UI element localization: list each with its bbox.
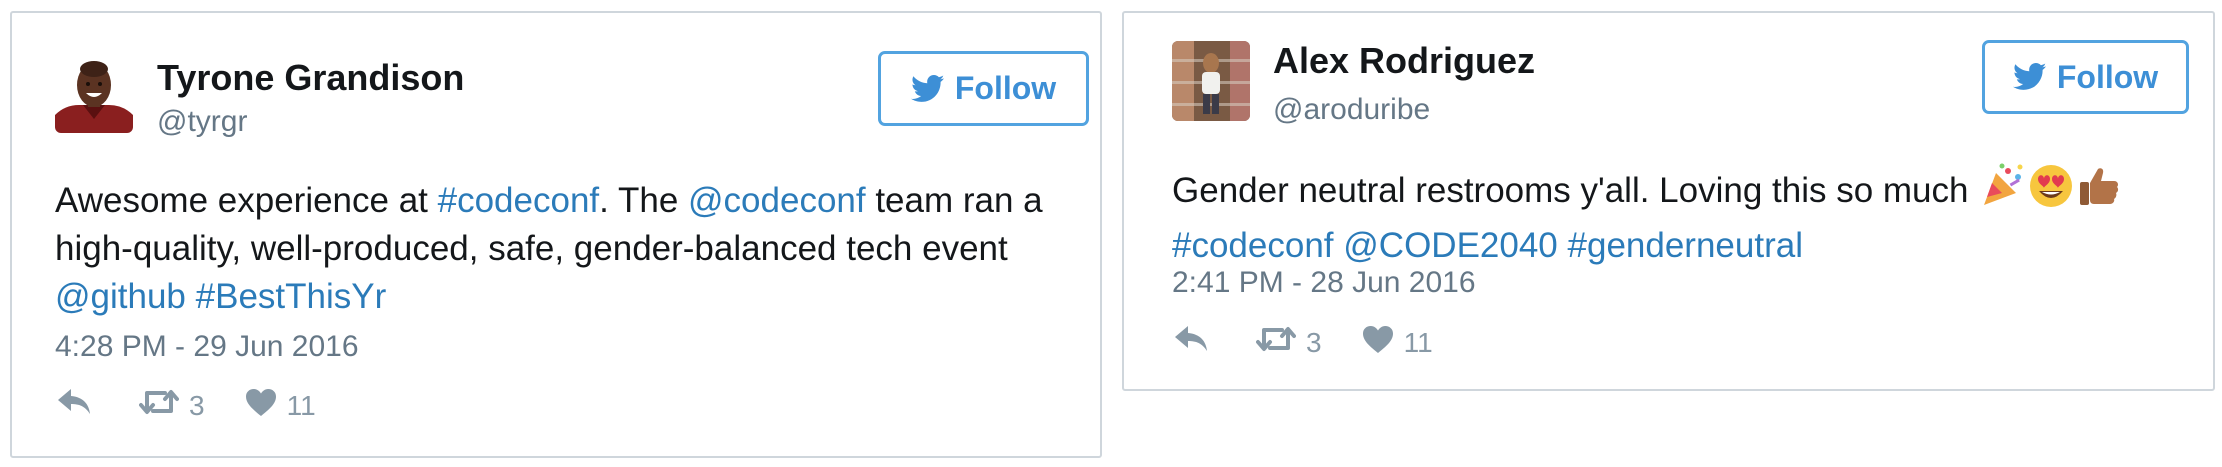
- heart-icon: [1362, 325, 1394, 361]
- follow-button[interactable]: Follow: [1982, 40, 2189, 114]
- author-name[interactable]: Alex Rodriguez: [1273, 40, 1535, 82]
- mention-link[interactable]: @CODE2040: [1343, 226, 1558, 265]
- retweet-count: 3: [189, 389, 205, 421]
- tweet-actions: 3 11: [55, 387, 316, 424]
- like-button[interactable]: 11: [245, 388, 316, 424]
- timestamp-link[interactable]: 2:41 PM - 28 Jun 2016: [1172, 265, 1476, 301]
- author-name[interactable]: Tyrone Grandison: [157, 57, 464, 99]
- reply-icon: [55, 387, 93, 424]
- tweet-text: Awesome experience at #codeconf. The @co…: [55, 177, 1043, 321]
- retweet-button[interactable]: 3: [139, 387, 205, 424]
- avatar[interactable]: [55, 55, 133, 133]
- tweet-text-segment: . The: [599, 181, 689, 220]
- like-count: 11: [286, 389, 316, 421]
- tweet-card: Tyrone Grandison @tyrgr Follow Awesome e…: [10, 11, 1102, 458]
- reply-button[interactable]: [55, 387, 93, 424]
- hashtag-link[interactable]: #codeconf: [1172, 226, 1334, 265]
- like-button[interactable]: 11: [1362, 325, 1433, 361]
- hashtag-link[interactable]: #BestThisYr: [196, 277, 387, 316]
- party-popper-emoji: [1980, 163, 2026, 222]
- hashtag-link[interactable]: #genderneutral: [1568, 226, 1803, 265]
- retweet-icon: [1256, 324, 1296, 361]
- tweet-text-segment: team ran a: [865, 181, 1043, 220]
- follow-button[interactable]: Follow: [878, 51, 1089, 126]
- mention-link[interactable]: @codeconf: [688, 181, 866, 220]
- tweet-text-segment: Gender neutral restrooms y'all. Loving t…: [1172, 170, 1969, 210]
- heart-eyes-emoji: [2028, 163, 2074, 222]
- hashtag-link[interactable]: #codeconf: [438, 181, 600, 220]
- retweet-count: 3: [1306, 326, 1322, 358]
- heart-icon: [245, 388, 277, 424]
- tweet-text-line: high-quality, well-produced, safe, gende…: [55, 229, 1008, 268]
- twitter-bird-icon: [2012, 63, 2047, 91]
- retweet-button[interactable]: 3: [1256, 324, 1322, 361]
- tweet-text: Gender neutral restrooms y'all. Loving t…: [1172, 163, 2122, 270]
- twitter-bird-icon: [910, 74, 945, 103]
- timestamp-link[interactable]: 4:28 PM - 29 Jun 2016: [55, 329, 359, 365]
- reply-icon: [1172, 324, 1210, 361]
- like-count: 11: [1403, 326, 1433, 358]
- mention-link[interactable]: @github: [55, 277, 186, 316]
- author-handle[interactable]: @aroduribe: [1273, 92, 1430, 128]
- tweet-actions: 3 11: [1172, 324, 1433, 361]
- author-handle[interactable]: @tyrgr: [157, 104, 247, 140]
- thumbs-up-emoji: [2076, 163, 2122, 222]
- reply-button[interactable]: [1172, 324, 1210, 361]
- follow-label: Follow: [954, 70, 1057, 106]
- tweet-text-segment: Awesome experience at: [55, 181, 438, 220]
- follow-label: Follow: [2056, 58, 2159, 95]
- tweet-card: Alex Rodriguez @aroduribe Follow Gender …: [1122, 11, 2215, 391]
- retweet-icon: [139, 387, 179, 424]
- avatar[interactable]: [1172, 41, 1250, 121]
